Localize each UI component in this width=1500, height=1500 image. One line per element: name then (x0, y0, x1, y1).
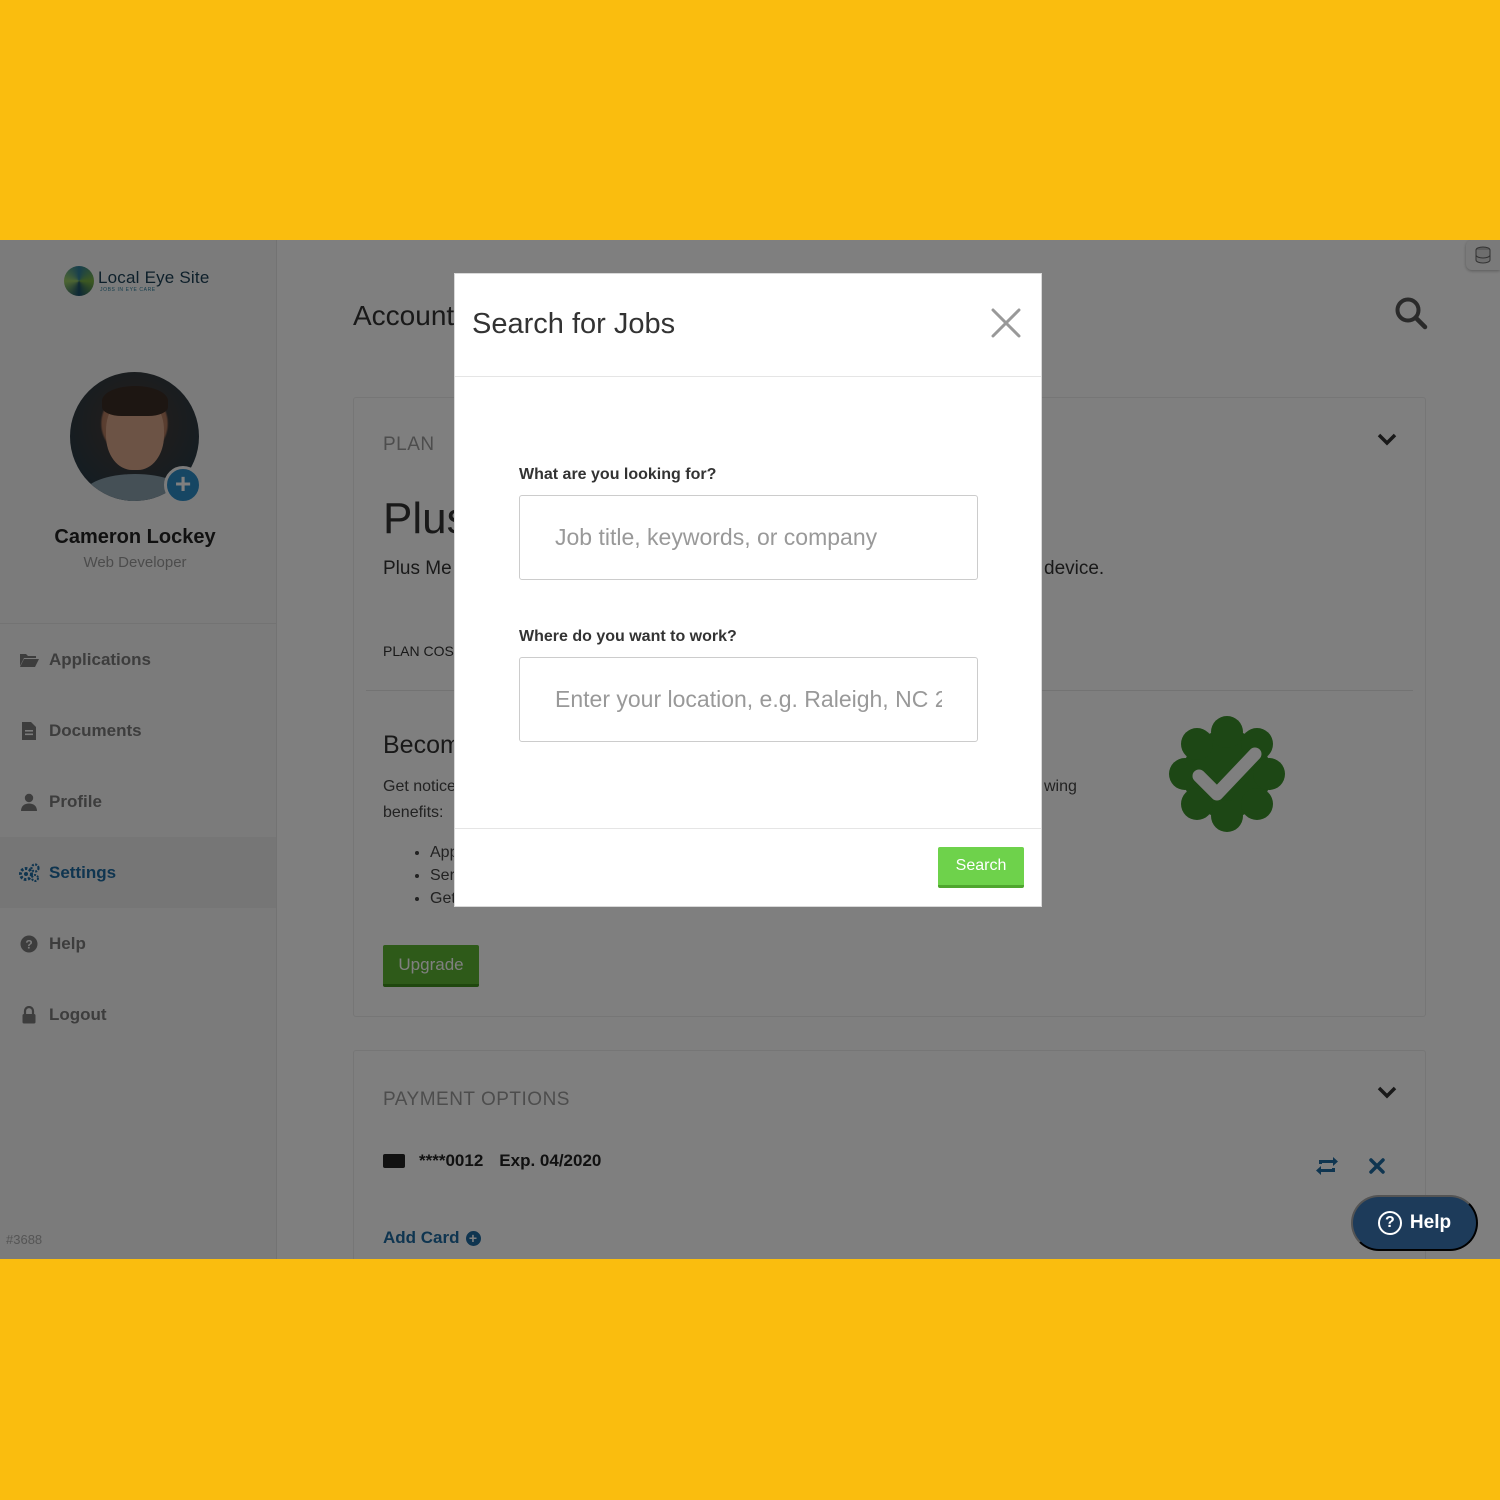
what-field-label: What are you looking for? (519, 466, 717, 483)
modal-header: Search for Jobs (455, 274, 1041, 377)
help-button-label: Help (1409, 1212, 1452, 1233)
location-input[interactable] (519, 657, 978, 742)
question-circle-icon: ? (1377, 1211, 1402, 1235)
modal-footer: Search (455, 828, 1041, 906)
close-icon[interactable] (989, 306, 1023, 340)
search-jobs-modal: Search for Jobs What are you looking for… (454, 273, 1042, 907)
help-button[interactable]: ? Help (1351, 1195, 1478, 1251)
app-window: Local Eye Site JOBS IN EYE CARE + Camero… (0, 240, 1500, 1259)
search-button[interactable]: Search (938, 847, 1024, 888)
where-field-label: Where do you want to work? (519, 628, 737, 645)
job-keyword-input[interactable] (519, 495, 978, 580)
modal-title: Search for Jobs (472, 308, 676, 340)
